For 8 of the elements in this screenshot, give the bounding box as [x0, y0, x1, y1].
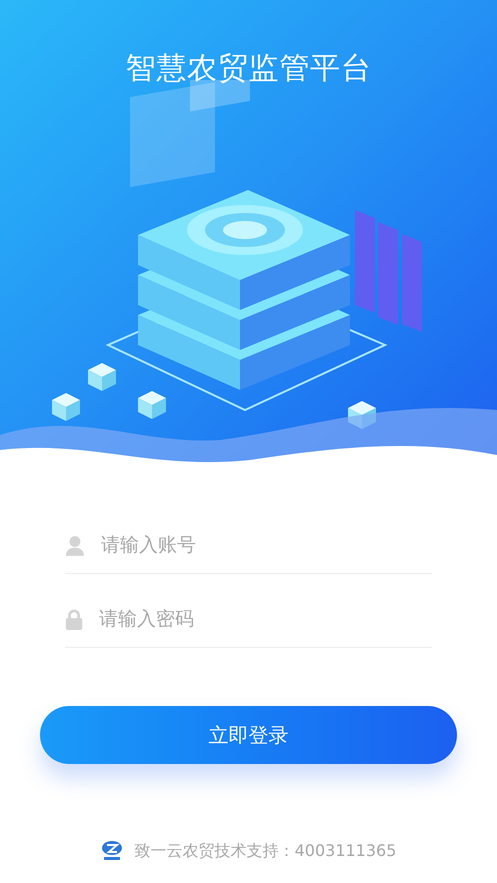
- lock-icon: [65, 608, 84, 632]
- person-icon: [65, 534, 85, 558]
- login-button[interactable]: 立即登录: [40, 706, 457, 764]
- input-field[interactable]: 请输入账号: [100, 531, 432, 560]
- app-title: 智慧农贸监管平台: [126, 50, 372, 88]
- support-text: 致一云农贸技术支持：4003111365: [134, 840, 396, 862]
- company-logo-icon: [100, 840, 123, 862]
- input-field[interactable]: 请输入密码: [99, 605, 432, 634]
